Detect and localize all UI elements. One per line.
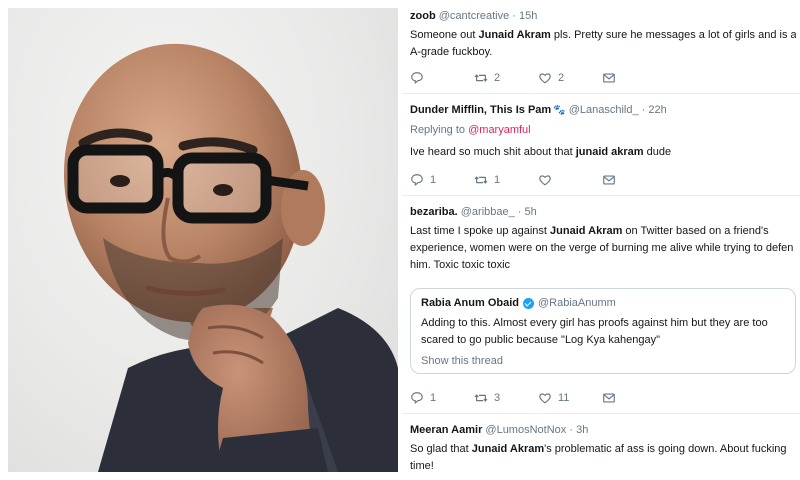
tweet-text: Ive heard so much shit about that junaid… [410,144,796,161]
retweet-button[interactable]: 1 [474,173,538,187]
tweet-header: Dunder Mifflin, This Is Pam 🐾 @Lanaschild… [410,104,667,116]
quoted-line: scared to go public because "Log Kya kah… [421,334,660,346]
retweet-icon [474,74,488,82]
tweet-header: bezariba. @aribbae_ · 5h [410,206,537,218]
author-handle[interactable]: @aribbae_ [461,206,515,218]
tweet-time[interactable]: 22h [648,104,666,116]
separator-dot: · [641,104,646,116]
tweet-time[interactable]: 15h [519,10,537,22]
verified-badge-icon [523,297,534,309]
tweet-line: experience, women were on the verge of b… [410,242,794,254]
retweet-button[interactable]: 2 [474,71,538,85]
reply-button[interactable]: 1 [410,391,474,405]
tweet-actions: 1 1 [410,172,666,188]
tweet-meeran[interactable]: Meeran Aamir @LumosNotNox · 3h So glad t… [402,414,800,480]
tweet-feed: zoob @cantcreative · 15h Someone out Jun… [402,0,800,480]
tweet-line: Someone out Junaid Akram pls. Pretty sur… [410,29,796,41]
dm-button[interactable] [602,71,666,85]
author-name[interactable]: Meeran Aamir [410,424,482,436]
replying-label: Replying to [410,124,466,136]
like-count: 2 [558,72,565,84]
tweet-header: zoob @cantcreative · 15h [410,10,537,22]
separator-dot: · [512,10,516,22]
retweet-button[interactable]: 3 [474,391,538,405]
envelope-icon [603,393,615,403]
reply-icon [411,392,423,404]
reply-count: 1 [430,174,437,186]
author-handle[interactable]: @Lanaschild_ [569,104,639,116]
tweet-zoob[interactable]: zoob @cantcreative · 15h Someone out Jun… [402,0,800,94]
reply-button[interactable] [410,71,474,85]
tweet-text: Last time I spoke up against Junaid Akra… [410,223,796,274]
reply-icon [411,174,423,186]
author-name[interactable]: Dunder Mifflin, This Is Pam [410,104,551,116]
tweet-line: time! [410,460,434,472]
replying-to: Replying to @maryamful [410,124,531,136]
dm-button[interactable] [602,173,666,187]
tweet-time[interactable]: 5h [525,206,537,218]
reply-button[interactable]: 1 [410,173,474,187]
tweet-time[interactable]: 3h [576,424,588,436]
author-name[interactable]: bezariba. [410,206,458,218]
tweet-pam[interactable]: Dunder Mifflin, This Is Pam 🐾 @Lanaschild… [402,94,800,196]
retweet-count: 3 [494,392,501,404]
portrait-illustration [63,43,398,472]
tweet-line: him. Toxic toxic toxic [410,259,511,271]
dm-button[interactable] [602,391,666,405]
quoted-tweet-text: Adding to this. Almost every girl has pr… [421,315,785,349]
quoted-line: Adding to this. Almost every girl has pr… [421,317,768,329]
retweet-count: 2 [494,72,501,84]
show-thread-link[interactable]: Show this thread [421,355,785,367]
separator-dot: · [517,206,522,218]
heart-icon [539,175,551,186]
author-handle[interactable]: @cantcreative [439,10,509,22]
quoted-tweet[interactable]: Rabia Anum Obaid @RabiaAnumm Adding to t… [410,288,796,374]
like-button[interactable] [538,173,602,187]
tweet-actions: 1 3 11 [410,390,666,406]
separator-dot: · [569,424,574,436]
quoted-tweet-header: Rabia Anum Obaid @RabiaAnumm [421,297,785,309]
tweet-line: Last time I spoke up against Junaid Akra… [410,225,769,237]
author-name[interactable]: zoob [410,10,436,22]
retweet-icon [474,394,488,402]
tweet-text: So glad that Junaid Akram's problematic … [410,441,796,475]
retweet-count: 1 [494,174,501,186]
quoted-author-name: Rabia Anum Obaid [421,297,519,309]
tweet-text: Someone out Junaid Akram pls. Pretty sur… [410,27,796,61]
quoted-author-handle: @RabiaAnumm [538,297,616,309]
paw-emoji-icon: 🐾 [553,105,566,116]
like-button[interactable]: 2 [538,71,602,85]
portrait-photo [8,8,398,472]
heart-icon [539,73,551,84]
envelope-icon [603,73,615,83]
retweet-icon [474,176,488,184]
tweet-bezariba[interactable]: bezariba. @aribbae_ · 5h Last time I spo… [402,196,800,414]
reply-icon [411,72,423,84]
tweet-header: Meeran Aamir @LumosNotNox · 3h [410,424,588,436]
author-handle[interactable]: @LumosNotNox [485,424,566,436]
reply-count: 1 [430,392,437,404]
heart-icon [539,393,551,404]
envelope-icon [603,175,615,185]
tweet-line: A-grade fuckboy. [410,46,493,58]
like-button[interactable]: 11 [538,391,602,405]
like-count: 11 [558,392,570,404]
replying-mention-link[interactable]: @maryamful [468,124,531,136]
tweet-actions: 2 2 [410,70,666,86]
tweet-line: Ive heard so much shit about that junaid… [410,146,672,158]
tweet-line: So glad that Junaid Akram's problematic … [410,443,787,455]
